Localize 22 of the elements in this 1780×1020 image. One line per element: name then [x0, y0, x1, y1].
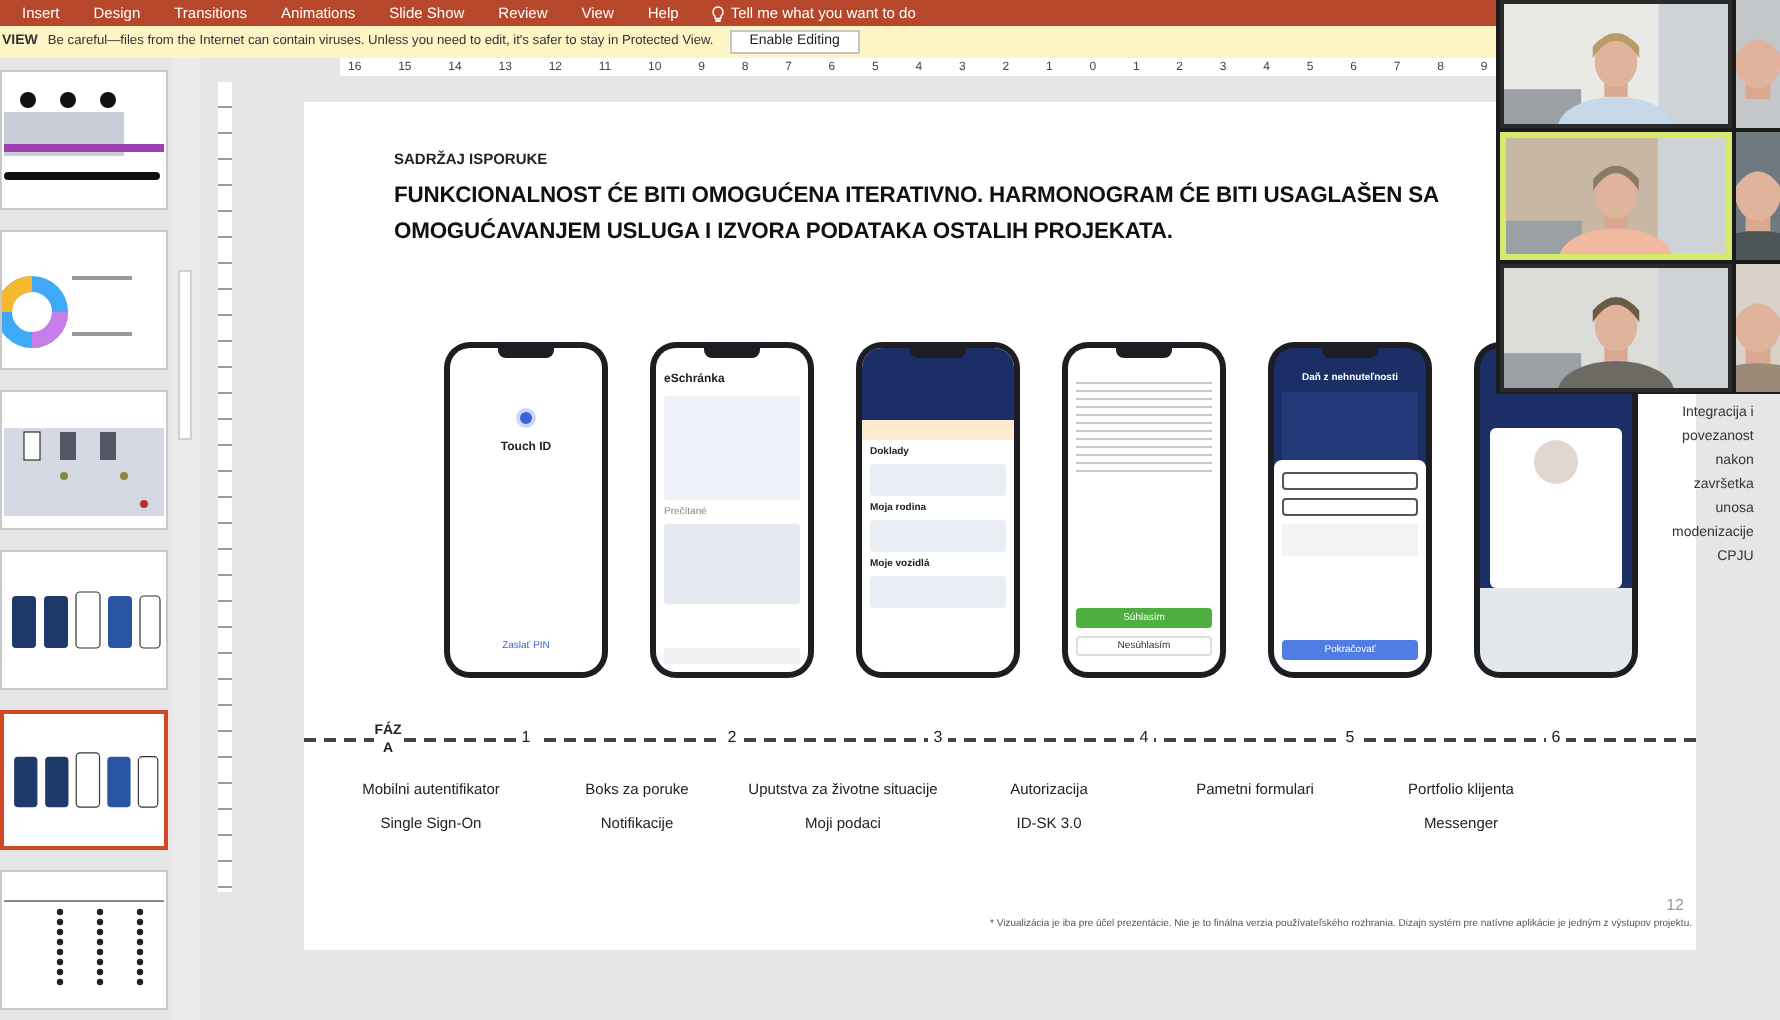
step-list: [1282, 392, 1418, 461]
slide-title: FUNKCIONALNOST ĆE BITI OMOGUĆENA ITERATIVNO. HARMONOGRAM ĆE BITI USAGLAŠEN SA OMOGUĆAVANJEM USLUGA I IZVORA PODATAKA OSTALIH PROJEKATA.: [394, 180, 1441, 249]
select-field[interactable]: [1282, 498, 1418, 517]
message-list: [664, 524, 800, 605]
phone-notch: [1116, 348, 1172, 359]
phone-notch: [498, 348, 554, 359]
fingerprint-icon: [516, 408, 536, 429]
slide-thumbnail[interactable]: [0, 870, 168, 1010]
phone-notch: [910, 348, 966, 359]
page-number: 12: [1666, 893, 1684, 917]
slide-thumbnail[interactable]: [0, 710, 168, 850]
scroll-thumb[interactable]: [178, 270, 192, 440]
slide-thumbnail[interactable]: [0, 230, 168, 370]
slide-thumbnail[interactable]: [0, 70, 168, 210]
phone-notch: [704, 348, 760, 359]
avatar: [1534, 440, 1578, 485]
phone-notch: [1322, 348, 1378, 359]
scrollbar[interactable]: [172, 58, 200, 1020]
slide-thumbnail[interactable]: [0, 550, 168, 690]
input-field[interactable]: [1282, 472, 1418, 491]
lightbulb-icon: [712, 5, 725, 21]
slide-thumbnail[interactable]: [0, 390, 168, 530]
